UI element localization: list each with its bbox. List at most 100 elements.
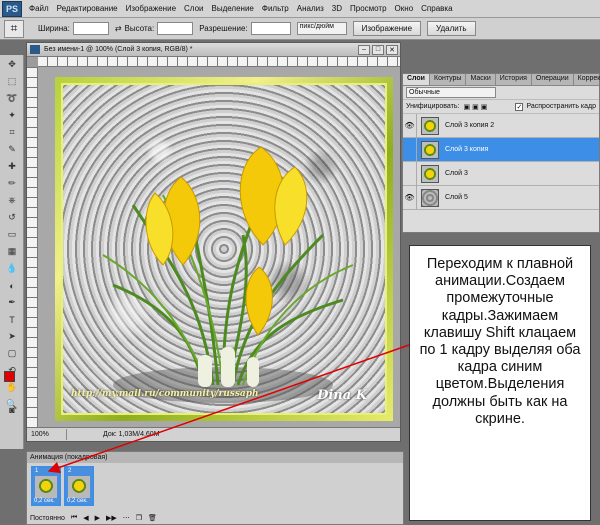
crocus-flowers-image — [102, 146, 354, 403]
marquee-tool-icon[interactable]: ⬚ — [3, 74, 21, 89]
lasso-tool-icon[interactable]: ➰ — [3, 91, 21, 106]
type-tool-icon[interactable]: T — [3, 312, 21, 327]
document-title-bar: Без имени-1 @ 100% (Слой 3 копия, RGB/8)… — [27, 43, 400, 57]
dodge-tool-icon[interactable]: ◐ — [3, 278, 21, 293]
maximize-icon[interactable]: □ — [372, 44, 384, 55]
height-label: Высота: — [124, 24, 155, 33]
frame-delay[interactable]: 0,2 сек. — [67, 498, 88, 504]
canvas-area[interactable]: http://my.mail.ru/community/russaph Dina… — [38, 67, 400, 427]
next-frame-icon[interactable]: ▶▶ — [106, 514, 117, 522]
document-status-bar: 100% Док: 1,03M/4,60M — [27, 427, 400, 441]
menu-file[interactable]: Файл — [25, 4, 53, 13]
layer-row-3[interactable]: Слой 3 — [403, 161, 599, 186]
tab-paths[interactable]: Контуры — [430, 74, 467, 85]
tween-icon[interactable]: ⋯ — [123, 514, 130, 522]
first-frame-icon[interactable]: ⏮ — [71, 514, 77, 522]
tab-layers[interactable]: Слои — [403, 74, 430, 85]
crop-tool-icon[interactable]: ⌗ — [4, 19, 24, 38]
document-title: Без имени-1 @ 100% (Слой 3 копия, RGB/8)… — [44, 46, 193, 53]
tab-history[interactable]: История — [496, 74, 532, 85]
foreground-color-swatch[interactable] — [4, 371, 15, 382]
magic-wand-tool-icon[interactable]: ✦ — [3, 108, 21, 123]
unify-icons[interactable]: ▣▣▣ — [463, 103, 489, 111]
unify-row: Унифицировать: ▣▣▣ ✓ Распространить кадр — [403, 100, 599, 114]
blur-tool-icon[interactable]: 💧 — [3, 261, 21, 276]
quick-mask-icon[interactable]: ◙ — [3, 402, 21, 417]
menu-help[interactable]: Справка — [417, 4, 456, 13]
path-selection-tool-icon[interactable]: ➤ — [3, 329, 21, 344]
hand-tool-icon[interactable]: ✋ — [3, 380, 21, 395]
prev-frame-icon[interactable]: ◀ — [83, 514, 88, 522]
close-icon[interactable]: ✕ — [386, 44, 398, 55]
crop-tool-icon[interactable]: ⌗ — [3, 125, 21, 140]
layer-row-5[interactable]: 👁 Слой 5 — [403, 185, 599, 210]
image-canvas[interactable]: http://my.mail.ru/community/russaph Dina… — [61, 83, 387, 415]
height-input[interactable] — [157, 22, 194, 35]
minimize-icon[interactable]: – — [358, 44, 370, 55]
menu-edit[interactable]: Редактирование — [53, 4, 122, 13]
animation-frame-1[interactable]: 1 0,2 сек. — [31, 466, 61, 506]
units-select[interactable]: пикс/дюйм — [296, 22, 347, 35]
history-brush-tool-icon[interactable]: ↺ — [3, 210, 21, 225]
front-image-button[interactable]: Изображение — [352, 21, 422, 36]
menu-window[interactable]: Окно — [391, 4, 418, 13]
eraser-tool-icon[interactable]: ▭ — [3, 227, 21, 242]
menu-image[interactable]: Изображение — [122, 4, 180, 13]
shape-tool-icon[interactable]: ▢ — [3, 346, 21, 361]
swap-icon[interactable]: ⇄ — [115, 24, 122, 33]
layer-name: Слой 5 — [445, 194, 468, 201]
width-input[interactable] — [72, 22, 109, 35]
loop-select[interactable]: Постоянно — [30, 515, 65, 522]
layer-thumbnail — [421, 164, 439, 183]
eye-icon-hidden[interactable] — [403, 161, 417, 186]
gradient-tool-icon[interactable]: ▦ — [3, 244, 21, 259]
eye-icon[interactable]: 👁 — [403, 185, 417, 210]
menu-3d[interactable]: 3D — [328, 4, 346, 13]
stamp-tool-icon[interactable]: ⎈ — [3, 193, 21, 208]
eye-icon[interactable]: 👁 — [403, 113, 417, 138]
document-size[interactable]: Док: 1,03M/4,60M — [103, 431, 160, 438]
frame-delay[interactable]: 0,2 сек. — [34, 498, 55, 504]
panel-tabs: Слои Контуры Маски История Операции Корр… — [403, 74, 600, 86]
blend-row: Обычные — [403, 86, 599, 100]
tab-adjustments[interactable]: Коррекция — [574, 74, 600, 85]
instruction-callout: Переходим к плавной анимации.Создаем про… — [409, 245, 591, 521]
frame-number: 1 — [35, 468, 39, 474]
menu-analysis[interactable]: Анализ — [293, 4, 328, 13]
spread-frame-checkbox[interactable]: ✓ — [515, 102, 524, 111]
eye-icon-hidden[interactable] — [403, 137, 417, 162]
healing-brush-tool-icon[interactable]: ✚ — [3, 159, 21, 174]
brush-tool-icon[interactable]: ✏ — [3, 176, 21, 191]
horizontal-ruler — [38, 57, 400, 67]
animation-frame-2[interactable]: 2 0,2 сек. — [64, 466, 94, 506]
layer-thumbnail — [421, 140, 439, 159]
resolution-input[interactable] — [250, 22, 291, 35]
width-label: Ширина: — [38, 24, 70, 33]
eyedropper-tool-icon[interactable]: ✎ — [3, 142, 21, 157]
menu-filter[interactable]: Фильтр — [258, 4, 293, 13]
menu-bar: PS Файл Редактирование Изображение Слои … — [0, 0, 600, 18]
zoom-field[interactable]: 100% — [27, 429, 67, 440]
menu-view[interactable]: Просмотр — [346, 4, 391, 13]
animation-panel: Анимация (покадровая) 1 0,2 сек. 2 0,2 с… — [26, 451, 404, 525]
layer-row-3-copy-2[interactable]: 👁 Слой 3 копия 2 — [403, 113, 599, 138]
frame-thumbnail — [68, 476, 90, 498]
frame-thumbnail — [35, 476, 57, 498]
menu-select[interactable]: Выделение — [207, 4, 257, 13]
move-tool-icon[interactable]: ✥ — [3, 57, 21, 72]
document-window: Без имени-1 @ 100% (Слой 3 копия, RGB/8)… — [26, 42, 401, 442]
layer-row-3-copy[interactable]: Слой 3 копия — [403, 137, 599, 162]
image-frame: http://my.mail.ru/community/russaph Dina… — [55, 77, 393, 421]
animation-controls: Постоянно ⏮ ◀ ▶ ▶▶ ⋯ ❐ 🗑 — [30, 514, 157, 522]
play-icon[interactable]: ▶ — [95, 514, 100, 522]
new-frame-icon[interactable]: ❐ — [136, 514, 142, 522]
tab-actions[interactable]: Операции — [532, 74, 574, 85]
menu-layers[interactable]: Слои — [180, 4, 207, 13]
blend-mode-select[interactable]: Обычные — [406, 87, 496, 98]
delete-frame-icon[interactable]: 🗑 — [148, 514, 157, 522]
toolbox: ✥ ⬚ ➰ ✦ ⌗ ✎ ✚ ✏ ⎈ ↺ ▭ ▦ 💧 ◐ ✒ T ➤ ▢ ⟲ ✋ … — [0, 55, 24, 449]
resolution-label: Разрешение: — [199, 24, 248, 33]
tab-masks[interactable]: Маски — [466, 74, 496, 85]
clear-button[interactable]: Удалить — [427, 21, 476, 36]
pen-tool-icon[interactable]: ✒ — [3, 295, 21, 310]
